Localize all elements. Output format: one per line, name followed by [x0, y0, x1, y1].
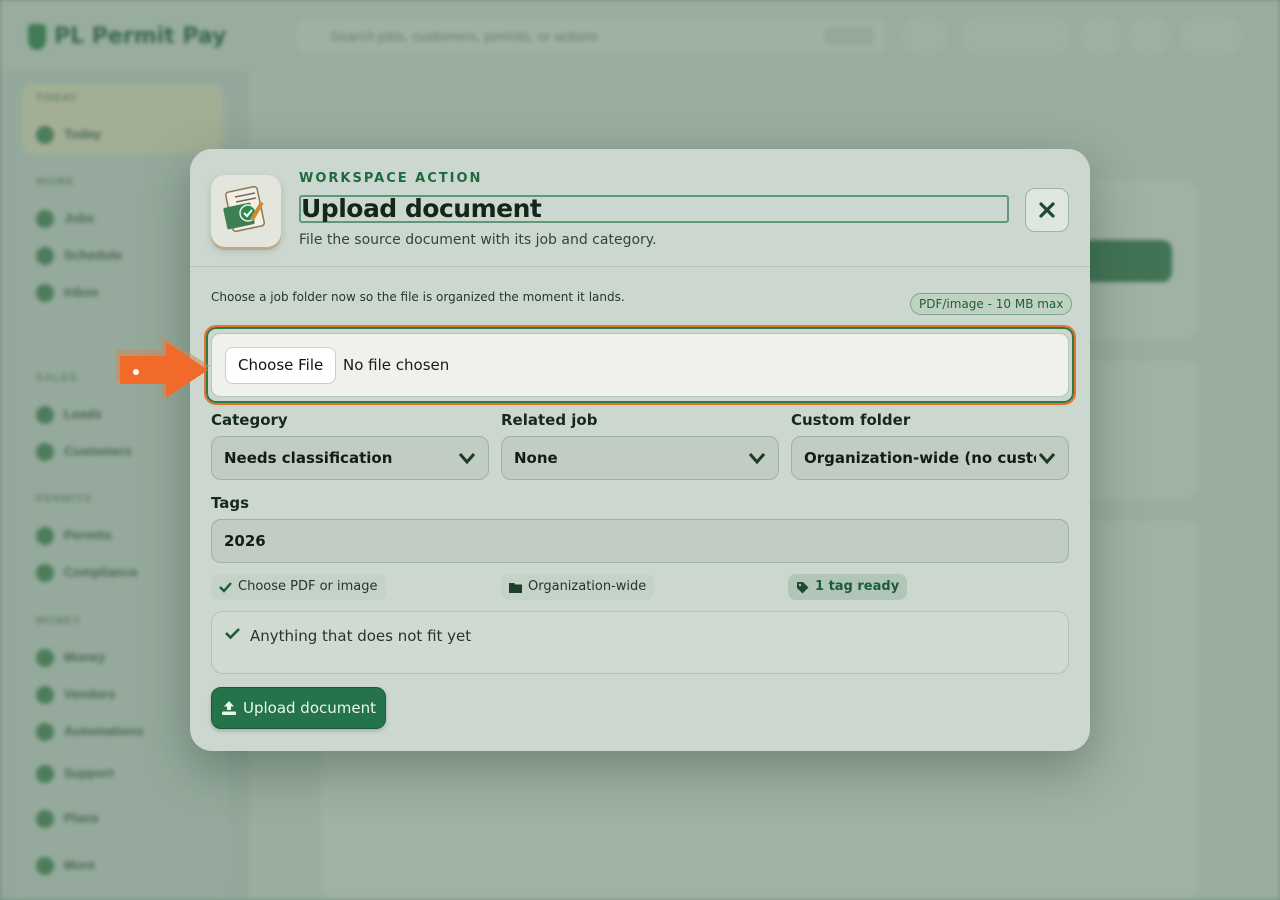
choose-file-button[interactable]: Choose File — [225, 347, 337, 384]
tags-input[interactable]: 2026 — [211, 519, 1069, 563]
file-limit-badge: PDF/image - 10 MB max — [910, 293, 1073, 315]
tags-ready-chip: 1 tag ready — [788, 574, 908, 600]
related-job-label: Related job — [501, 411, 598, 429]
folder-hint: Choose a job folder now so the file is o… — [211, 290, 625, 304]
folder-icon — [509, 582, 522, 593]
category-select[interactable]: Needs classification — [211, 436, 489, 480]
modal-header: WORKSPACE ACTION Upload document File th… — [190, 149, 1090, 267]
chevron-down-icon — [458, 453, 476, 465]
chevron-down-icon — [1038, 453, 1056, 465]
modal-eyebrow: WORKSPACE ACTION — [299, 171, 483, 186]
custom-folder-value: Organization-wide (no custom folder) — [804, 449, 1036, 467]
file-input[interactable]: Choose File No file chosen — [211, 333, 1069, 397]
custom-folder-label: Custom folder — [791, 411, 911, 429]
upload-document-modal: WORKSPACE ACTION Upload document File th… — [190, 149, 1090, 751]
chevron-down-icon — [748, 453, 766, 465]
pointer-arrow-icon — [116, 336, 210, 398]
related-job-value: None — [514, 449, 558, 467]
scope-chip: Organization-wide — [501, 574, 655, 600]
tag-icon — [797, 581, 809, 593]
modal-title: Upload document — [299, 195, 1009, 223]
file-status: No file chosen — [343, 356, 450, 374]
close-button[interactable] — [1025, 188, 1069, 232]
note-text: Anything that does not fit yet — [250, 627, 472, 645]
custom-folder-select[interactable]: Organization-wide (no custom folder) — [791, 436, 1069, 480]
check-icon — [219, 582, 232, 593]
check-icon — [225, 628, 240, 640]
category-label: Category — [211, 411, 288, 429]
note-area: Anything that does not fit yet — [211, 611, 1069, 674]
related-job-select[interactable]: None — [501, 436, 779, 480]
upload-document-button[interactable]: Upload document — [211, 687, 386, 729]
document-clipboard-icon — [211, 175, 281, 247]
category-value: Needs classification — [224, 449, 393, 467]
modal-subtitle: File the source document with its job an… — [299, 232, 657, 248]
file-type-chip: Choose PDF or image — [211, 574, 386, 600]
close-icon — [1039, 202, 1055, 218]
tags-label: Tags — [211, 494, 250, 512]
upload-icon — [221, 701, 236, 715]
